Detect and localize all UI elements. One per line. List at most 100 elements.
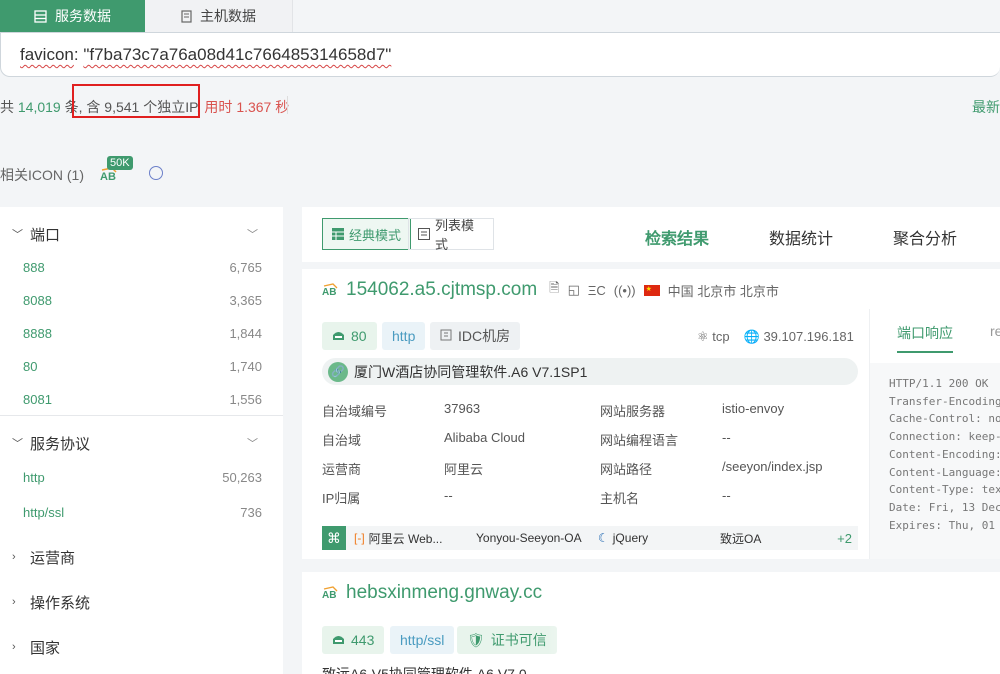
tech-stack: ⌘ [-] 阿里云 Web... Yonyou-Seeyon-OA ☾ jQuery… (322, 526, 858, 550)
ec-icon[interactable]: ΞC (588, 283, 606, 298)
chevron-right-icon: › (12, 551, 16, 563)
list-icon (418, 228, 430, 240)
command-icon: ⌘ (322, 526, 346, 550)
tech-tag[interactable]: ☾ jQuery (590, 531, 712, 545)
table-icon (34, 9, 47, 23)
tab-service-data[interactable]: 服务数据 (0, 0, 145, 32)
results-header: 经典模式 列表模式 检索结果 数据统计 聚合分析 (302, 207, 1000, 262)
filter-item[interactable]: http/ssl 736 (23, 505, 262, 520)
tab-response-other[interactable]: re (990, 323, 1000, 339)
cert-chip[interactable]: 🛡 证书可信 (457, 626, 557, 654)
china-flag-icon (643, 284, 660, 296)
filter-section-country[interactable]: › 国家 (12, 637, 60, 657)
list-mode-button[interactable]: 列表模式 (408, 218, 494, 252)
idc-chip[interactable]: IDC机房 (430, 322, 521, 350)
svg-text:AB: AB (322, 287, 336, 297)
location: 中国 北京市 北京市 (667, 283, 779, 299)
signal-icon[interactable]: ((•)) (614, 283, 636, 298)
ip-address[interactable]: 🌐 39.107.196.181 (744, 329, 854, 345)
divider (0, 415, 283, 416)
top-tabs: 服务数据 主机数据 (0, 0, 1000, 32)
info-row: 自治域 Alibaba Cloud 网站编程语言 -- (322, 430, 731, 448)
latest-link[interactable]: 最新 (972, 97, 1000, 117)
tab-statistics[interactable]: 数据统计 (769, 225, 833, 249)
document-icon[interactable]: 🗎 (549, 279, 559, 301)
count-badge: 50K (107, 156, 133, 170)
filter-item[interactable]: 80 1,740 (23, 359, 262, 374)
more-tech-button[interactable]: +2 (837, 531, 852, 546)
host-link[interactable]: 154062.a5.cjtmsp.com (346, 279, 537, 301)
server-icon (332, 328, 345, 344)
chevron-right-icon: › (12, 596, 16, 608)
related-icon-label: 相关ICON (1) (0, 167, 84, 183)
chevron-down-icon: ﹀ (12, 229, 23, 241)
tech-tag[interactable]: [-] 阿里云 Web... (346, 530, 468, 547)
globe-icon: 🌐 (743, 329, 760, 344)
tab-aggregation[interactable]: 聚合分析 (893, 225, 957, 249)
tab-host-data[interactable]: 主机数据 (145, 0, 293, 32)
transport-info: ⚛ tcp 🌐 39.107.196.181 (697, 329, 854, 345)
tab-label: 主机数据 (200, 8, 256, 24)
result-card: AB 154062.a5.cjtmsp.com 🗎 ◱ ΞC ((•)) 中国 … (302, 269, 1000, 559)
ab-favicon-icon: AB (322, 283, 340, 298)
filter-item[interactable]: 888 6,765 (23, 260, 262, 275)
card-header: AB 154062.a5.cjtmsp.com 🗎 ◱ ΞC ((•)) 中国 … (322, 279, 779, 301)
port-chip[interactable]: 80 (322, 322, 377, 350)
filter-item[interactable]: 8088 3,365 (23, 293, 262, 308)
tech-tag[interactable]: Yonyou-Seeyon-OA (468, 531, 590, 545)
filter-item[interactable]: 8081 1,556 (23, 392, 262, 407)
host-link[interactable]: hebsxinmeng.gnway.cc (346, 582, 542, 604)
section-title: 国家 (30, 639, 61, 657)
filter-section-isp[interactable]: › 运营商 (12, 547, 75, 567)
filter-section-protocol[interactable]: ﹀ 服务协议 ﹀ (12, 433, 258, 453)
tab-port-response[interactable]: 端口响应 (897, 323, 953, 353)
screenshot-icon[interactable]: ◱ (568, 282, 580, 298)
section-title: 服务协议 (30, 435, 91, 453)
product-tag[interactable]: 🔗 厦门W酒店协同管理软件.A6 V7.1SP1 (322, 358, 858, 385)
protocol-chip[interactable]: http (382, 322, 426, 350)
info-row: 运营商 阿里云 网站路径/seeyon/index.jsp (322, 459, 823, 477)
classic-mode-button[interactable]: 经典模式 (322, 218, 412, 250)
filter-item[interactable]: http 50,263 (23, 470, 262, 485)
tab-label: 服务数据 (55, 8, 111, 24)
filter-item[interactable]: 8888 1,844 (23, 326, 262, 341)
hash-icon[interactable] (149, 166, 163, 180)
ab-favicon-icon: AB (322, 586, 340, 601)
tab-search-results[interactable]: 检索结果 (645, 225, 709, 249)
server-icon (332, 632, 345, 648)
chevron-down-icon: ﹀ (12, 438, 23, 450)
transport: ⚛ tcp (697, 329, 730, 344)
section-title: 操作系统 (30, 594, 91, 612)
search-input[interactable]: favicon: "f7ba73c7a76a08d41c766485314658… (0, 32, 1000, 77)
search-query[interactable]: favicon: "f7ba73c7a76a08d41c766485314658… (20, 45, 391, 65)
result-card: AB hebsxinmeng.gnway.cc 443 http/ssl 🛡 证… (302, 572, 1000, 674)
product-tag[interactable]: 致远A6-V5协同管理软件.A6 V7.0 (322, 664, 527, 674)
svg-text:AB: AB (100, 171, 116, 182)
link-icon: 🔗 (328, 361, 348, 382)
chevron-down-icon[interactable]: ﹀ (247, 226, 258, 242)
chevron-down-icon[interactable]: ﹀ (247, 435, 258, 451)
jquery-icon: ☾ (598, 531, 609, 545)
host-meta: 🗎 ◱ ΞC ((•)) 中国 北京市 北京市 (549, 279, 779, 301)
grid-icon (332, 228, 344, 240)
server-icon (181, 9, 192, 23)
divider (287, 96, 288, 114)
shield-check-icon: 🛡 (467, 631, 485, 648)
port-chip[interactable]: 443 (322, 626, 385, 654)
response-body: HTTP/1.1 200 OK Transfer-Encoding Cache-… (870, 363, 1000, 559)
section-title: 端口 (30, 226, 61, 244)
response-panel: 端口响应 re HTTP/1.1 200 OK Transfer-Encodin… (869, 309, 1000, 559)
atom-icon: ⚛ (697, 329, 709, 344)
svg-text:AB: AB (322, 590, 336, 600)
card-header: AB hebsxinmeng.gnway.cc (322, 582, 542, 604)
host-info-grid: 自治域编号 37963 网站服务器 istio-envoy 自治域 Alibaba C… (322, 401, 862, 517)
blur-overlay (547, 572, 707, 674)
tech-tag[interactable]: 致远OA (712, 530, 834, 547)
protocol-chip[interactable]: http/ssl (390, 626, 455, 654)
chevron-right-icon: › (12, 641, 16, 653)
filter-section-port[interactable]: ﹀ 端口 ﹀ (12, 224, 258, 244)
filter-sidebar: ﹀ 端口 ﹀ 888 6,765 8088 3,365 8888 1,844 80 1,… (0, 207, 283, 674)
section-title: 运营商 (30, 549, 76, 567)
filter-section-os[interactable]: › 操作系统 (12, 592, 90, 612)
info-row: IP归属 -- 主机名 -- (322, 488, 731, 506)
